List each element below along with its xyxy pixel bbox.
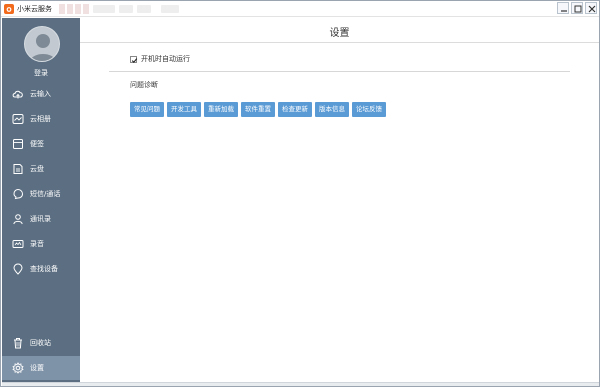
autostart-label[interactable]: 开机时自动运行 [141,54,190,64]
autostart-checkbox[interactable] [130,55,138,63]
divider [109,71,570,72]
divider [80,42,599,43]
sidebar-item-label: 云输入 [30,90,51,98]
sidebar-item-label: 回收站 [30,339,51,347]
sidebar-item-cloud-input[interactable]: 云输入 [2,82,80,106]
sidebar-item-notes[interactable]: 便签 [2,132,80,156]
sidebar-item-recording[interactable]: 录音 [2,232,80,256]
sidebar-item-label: 设置 [30,364,44,372]
settings-icon [12,362,24,374]
sidebar-item-label: 短信/通话 [30,190,61,198]
diagnosis-button-row: 常见问题 开发工具 重新加载 软件重置 检查更新 版本信息 论坛反馈 [130,102,386,117]
sidebar-item-label: 云盘 [30,165,44,173]
sidebar-item-cloud-album[interactable]: 云相册 [2,107,80,131]
sidebar: 登录 云输入 云相册 便签 云盘 短信/通话 通讯录 录音 查找设备 回收站 设… [2,18,80,382]
app-logo-icon [4,4,14,14]
check-update-button[interactable]: 检查更新 [278,102,312,117]
sidebar-item-label: 便签 [30,140,44,148]
login-label[interactable]: 登录 [2,68,80,78]
sidebar-item-label: 查找设备 [30,265,58,273]
trash-icon [12,337,24,349]
app-window: 小米云服务 登录 云输入 云相册 便签 云盘 短信/通话 通讯录 录音 查找设备… [0,0,600,387]
forum-feedback-button[interactable]: 论坛反馈 [352,102,386,117]
recording-icon [12,238,24,250]
watermark [57,3,187,15]
sidebar-item-label: 通讯录 [30,215,51,223]
dev-tools-button[interactable]: 开发工具 [167,102,201,117]
sidebar-item-label: 录音 [30,240,44,248]
contacts-icon [12,213,24,225]
notes-icon [12,138,24,150]
sidebar-item-contacts[interactable]: 通讯录 [2,207,80,231]
maximize-button[interactable] [571,2,583,14]
cloud-drive-icon [12,163,24,175]
window-title: 小米云服务 [17,5,52,13]
cloud-album-icon [12,113,24,125]
sidebar-item-trash[interactable]: 回收站 [2,331,80,355]
autostart-option[interactable]: 开机时自动运行 [130,54,190,64]
close-button[interactable] [585,2,597,14]
sms-call-icon [12,188,24,200]
faq-button[interactable]: 常见问题 [130,102,164,117]
settings-panel: 设置 开机时自动运行 问题诊断 常见问题 开发工具 重新加载 软件重置 检查更新… [80,18,599,382]
reset-software-button[interactable]: 软件重置 [241,102,275,117]
avatar[interactable] [24,26,60,62]
sidebar-item-find-device[interactable]: 查找设备 [2,257,80,281]
sidebar-item-sms-call[interactable]: 短信/通话 [2,182,80,206]
cloud-input-icon [12,88,24,100]
sidebar-item-cloud-drive[interactable]: 云盘 [2,157,80,181]
sidebar-item-label: 云相册 [30,115,51,123]
page-title: 设置 [329,28,350,39]
version-info-button[interactable]: 版本信息 [315,102,349,117]
bottom-border [2,382,599,386]
find-device-icon [12,263,24,275]
diagnosis-section-title: 问题诊断 [130,81,158,89]
window-controls [557,2,597,15]
title-bar: 小米云服务 [1,1,599,17]
reload-button[interactable]: 重新加载 [204,102,238,117]
minimize-button[interactable] [557,2,569,14]
sidebar-item-settings[interactable]: 设置 [2,356,80,380]
